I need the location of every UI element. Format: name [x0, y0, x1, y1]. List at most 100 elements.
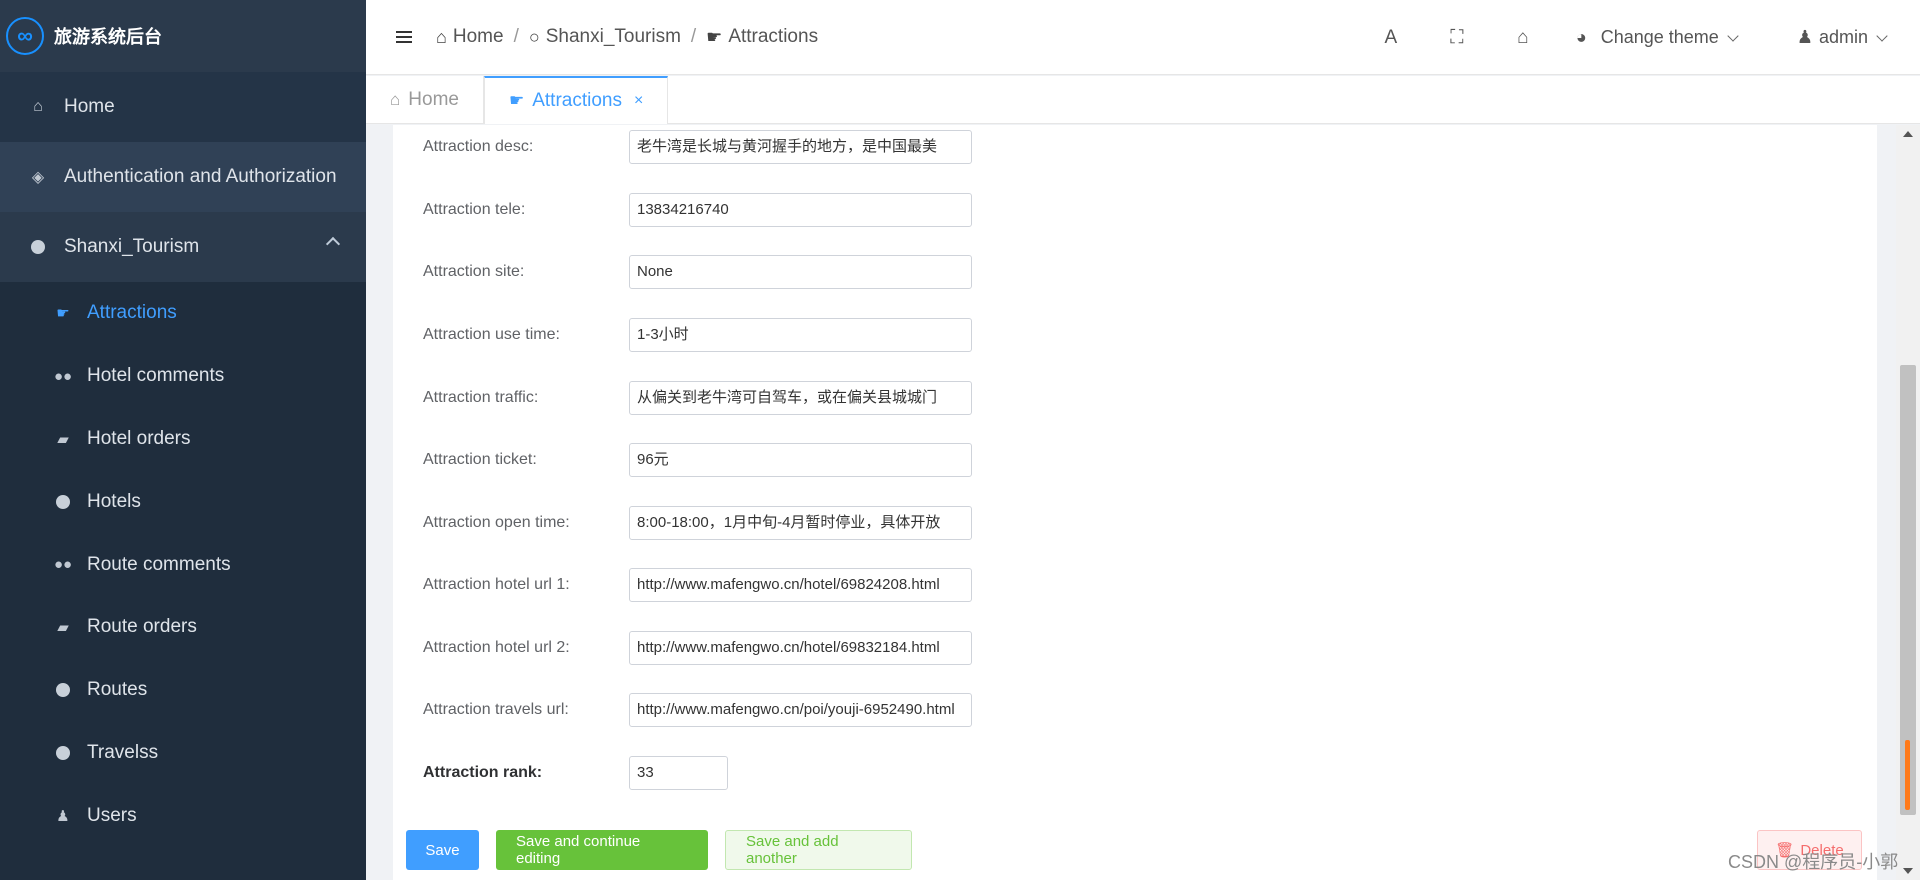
field-label: Attraction ticket:	[423, 451, 537, 468]
circle-icon	[53, 683, 73, 698]
save-continue-button[interactable]: Save and continue editing	[496, 830, 708, 870]
field-label: Attraction hotel url 1:	[423, 576, 570, 593]
user-dropdown[interactable]: ♟ admin	[1796, 27, 1888, 48]
sidebar-submenu: ☛ Attractions ●● Hotel comments ▰ Hotel …	[0, 282, 366, 848]
sidebar-item-attractions[interactable]: ☛ Attractions	[0, 282, 366, 345]
circle-outline-icon: ○	[528, 26, 540, 47]
hamburger-menu-icon[interactable]	[396, 31, 412, 43]
form-row-traffic: Attraction traffic: 从偏关到老牛湾可自驾车，或在偏关县城城门	[393, 378, 993, 418]
sidebar-item-label: Hotels	[87, 490, 141, 512]
scrollbar-accent	[1905, 740, 1910, 810]
chevron-up-icon	[325, 236, 341, 252]
breadcrumb-separator: /	[690, 26, 697, 47]
form-row-desc: Attraction desc: 老牛湾是长城与黄河握手的地方，是中国最美	[393, 127, 993, 167]
form-row-hotel-url-2: Attraction hotel url 2: http://www.mafen…	[393, 628, 993, 668]
sidebar-item-label: Hotel comments	[87, 365, 225, 387]
sidebar-item-routes[interactable]: Routes	[0, 659, 366, 722]
attraction-use-time-input[interactable]: 1-3小时	[629, 318, 972, 352]
attraction-hotel-url-1-input[interactable]: http://www.mafengwo.cn/hotel/69824208.ht…	[629, 568, 972, 602]
change-theme-dropdown[interactable]: ◕ Change theme	[1576, 27, 1739, 48]
field-label: Attraction site:	[423, 263, 525, 280]
form-actions: Save Save and continue editing Save and …	[406, 830, 912, 870]
sidebar-item-home[interactable]: ⌂ Home	[0, 72, 366, 142]
tab-attractions[interactable]: ☛ Attractions ×	[483, 76, 669, 124]
home-icon: ⌂	[390, 90, 401, 109]
comments-icon: ●●	[53, 367, 73, 385]
sidebar-item-label: Routes	[87, 679, 148, 701]
attraction-ticket-input[interactable]: 96元	[629, 443, 972, 477]
logo-icon: ∞	[6, 17, 44, 55]
user-icon: ♟	[1796, 27, 1813, 47]
sidebar: ∞ 旅游系统后台 ⌂ Home ◈ Authentication and Aut…	[0, 0, 366, 880]
sidebar-group-shanxi-tourism[interactable]: Shanxi_Tourism	[0, 212, 366, 282]
save-button[interactable]: Save	[406, 830, 479, 870]
breadcrumb-label: Home	[452, 26, 504, 47]
bag-icon: ▰	[57, 430, 69, 448]
sidebar-item-users[interactable]: ♟ Users	[0, 784, 366, 847]
sidebar-item-label: Travelss	[87, 741, 159, 763]
sidebar-item-travelss[interactable]: Travelss	[0, 722, 366, 785]
field-label: Attraction desc:	[423, 138, 534, 155]
sidebar-item-label: Route orders	[87, 616, 197, 638]
sidebar-item-label: Authentication and Authorization	[64, 166, 337, 187]
sidebar-item-label: Users	[87, 804, 137, 826]
circle-icon	[28, 240, 48, 254]
save-add-another-button[interactable]: Save and add another	[725, 830, 912, 870]
attractions-icon: ☛	[56, 305, 70, 323]
sidebar-item-hotel-orders[interactable]: ▰ Hotel orders	[0, 408, 366, 471]
top-header: ⌂ Home / ○ Shanxi_Tourism / ☛ Attraction…	[366, 0, 1920, 75]
close-icon[interactable]: ×	[634, 92, 643, 110]
fullscreen-icon[interactable]: ⛶	[1424, 27, 1490, 49]
attraction-traffic-input[interactable]: 从偏关到老牛湾可自驾车，或在偏关县城城门	[629, 381, 972, 415]
main-content: Attraction desc: 老牛湾是长城与黄河握手的地方，是中国最美 At…	[366, 125, 1920, 880]
form-row-use-time: Attraction use time: 1-3小时	[393, 315, 993, 355]
form-row-ticket: Attraction ticket: 96元	[393, 440, 993, 480]
chevron-down-icon	[1876, 29, 1888, 42]
sidebar-item-hotel-comments[interactable]: ●● Hotel comments	[0, 345, 366, 408]
field-label: Attraction hotel url 2:	[423, 639, 570, 656]
attraction-tele-input[interactable]: 13834216740	[629, 193, 972, 227]
attraction-travels-url-input[interactable]: http://www.mafengwo.cn/poi/youji-6952490…	[629, 693, 972, 727]
field-label: Attraction tele:	[423, 201, 526, 218]
page-scrollbar[interactable]	[1896, 125, 1920, 880]
field-label: Attraction travels url:	[423, 701, 569, 718]
attraction-rank-input[interactable]: 33	[629, 756, 728, 790]
form-row-travels-url: Attraction travels url: http://www.mafen…	[393, 690, 993, 730]
bag-icon: ▰	[57, 619, 69, 637]
breadcrumb-separator: /	[513, 26, 519, 47]
home-icon: ⌂	[33, 98, 43, 115]
tab-bar: ⌂ Home ☛ Attractions ×	[366, 76, 1920, 124]
breadcrumb-label: Shanxi_Tourism	[545, 26, 681, 47]
breadcrumb-label: Attractions	[728, 26, 819, 47]
attraction-desc-input[interactable]: 老牛湾是长城与黄河握手的地方，是中国最美	[629, 130, 972, 164]
tab-home[interactable]: ⌂ Home	[366, 76, 484, 124]
watermark: CSDN @程序员-小郭	[1728, 852, 1899, 872]
app-root: ∞ 旅游系统后台 ⌂ Home ◈ Authentication and Aut…	[0, 0, 1920, 880]
brand-title: 旅游系统后台	[54, 27, 162, 47]
form-row-open-time: Attraction open time: 8:00-18:00，1月中旬-4月…	[393, 503, 993, 543]
breadcrumb-shanxi-tourism[interactable]: ○ Shanxi_Tourism	[529, 26, 681, 48]
chevron-down-icon	[1727, 29, 1739, 42]
scroll-up-arrow-icon[interactable]	[1903, 131, 1913, 137]
breadcrumb-attractions: ☛ Attractions	[706, 26, 818, 48]
sidebar-item-route-orders[interactable]: ▰ Route orders	[0, 596, 366, 659]
form-row-hotel-url-1: Attraction hotel url 1: http://www.mafen…	[393, 565, 993, 605]
sidebar-item-auth[interactable]: ◈ Authentication and Authorization	[0, 142, 366, 212]
sidebar-item-route-comments[interactable]: ●● Route comments	[0, 533, 366, 596]
breadcrumb: ⌂ Home / ○ Shanxi_Tourism / ☛ Attraction…	[436, 26, 818, 48]
home-icon[interactable]: ⌂	[1490, 27, 1556, 49]
font-size-icon[interactable]: A	[1358, 27, 1424, 49]
scroll-down-arrow-icon[interactable]	[1903, 868, 1913, 874]
attraction-site-input[interactable]: None	[629, 255, 972, 289]
user-name: admin	[1818, 27, 1868, 47]
sidebar-item-hotels[interactable]: Hotels	[0, 470, 366, 533]
breadcrumb-home[interactable]: ⌂ Home	[436, 26, 504, 48]
edit-form: Attraction desc: 老牛湾是长城与黄河握手的地方，是中国最美 At…	[393, 125, 1877, 880]
tab-label: Attractions	[532, 90, 622, 111]
form-row-rank: Attraction rank: 33	[393, 753, 993, 793]
attraction-open-time-input[interactable]: 8:00-18:00，1月中旬-4月暂时停业，具体开放	[629, 506, 972, 540]
attractions-icon: ☛	[508, 91, 525, 110]
form-row-site: Attraction site: None	[393, 252, 993, 292]
header-right: A ⛶ ⌂ ◕ Change theme ♟ admin	[1358, 0, 1920, 75]
attraction-hotel-url-2-input[interactable]: http://www.mafengwo.cn/hotel/69832184.ht…	[629, 631, 972, 665]
